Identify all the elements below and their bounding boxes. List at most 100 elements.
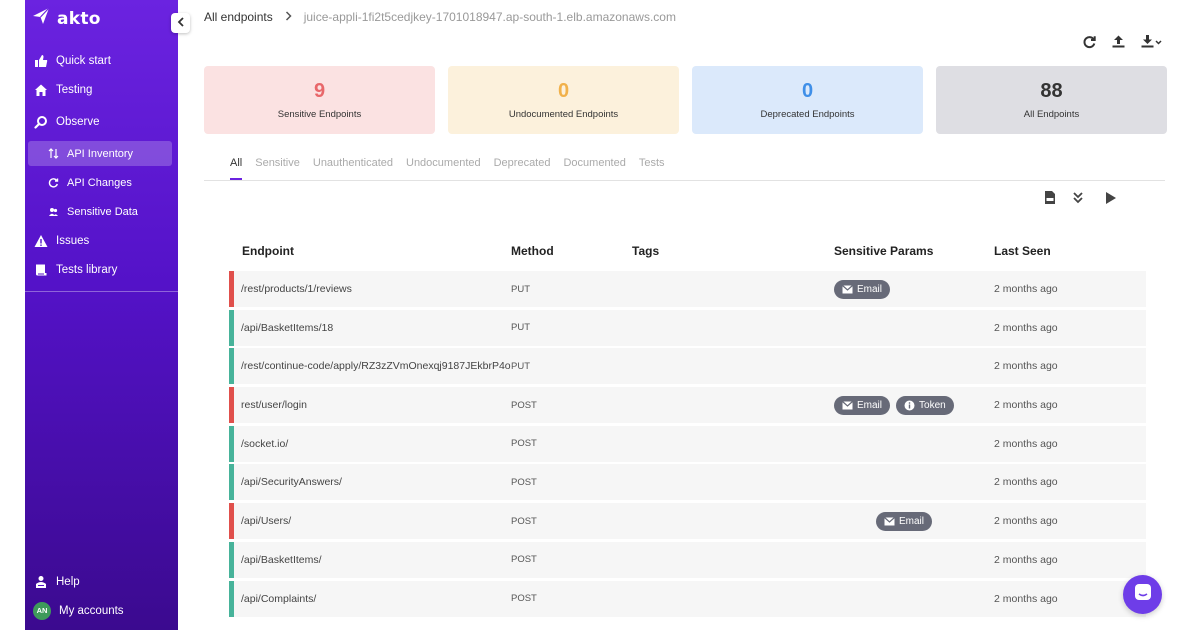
card-value: 88	[1040, 80, 1063, 102]
card-undocumented-endpoints[interactable]: 0 Undocumented Endpoints	[448, 66, 679, 134]
cell-endpoint[interactable]: /api/Users/	[229, 515, 511, 527]
card-all-endpoints[interactable]: 88 All Endpoints	[936, 66, 1167, 134]
tab-all[interactable]: All	[230, 150, 243, 180]
top-actions	[1082, 34, 1162, 54]
cell-last-seen: 2 months ago	[994, 360, 1058, 373]
cell-endpoint[interactable]: /api/BasketItems/18	[229, 322, 511, 334]
cell-endpoint[interactable]: /socket.io/	[229, 438, 511, 450]
sidebar-item-issues[interactable]: Issues	[25, 226, 178, 255]
sidebar-item-label: Testing	[56, 83, 93, 96]
cell-endpoint[interactable]: /api/BasketItems/	[229, 554, 511, 566]
severity-bar	[229, 541, 234, 578]
cell-method: PUT	[511, 322, 530, 334]
tab-deprecated[interactable]: Deprecated	[494, 150, 551, 180]
header-tags[interactable]: Tags	[632, 244, 834, 258]
table-header: Endpoint Method Tags Sensitive Params La…	[229, 240, 1146, 262]
page: akto Quick start Testing Observe API Inv…	[0, 0, 1200, 630]
summary-cards: 9 Sensitive Endpoints 0 Undocumented End…	[204, 66, 1167, 134]
chevron-right-icon	[285, 10, 292, 24]
refresh-icon[interactable]	[1082, 34, 1097, 54]
header-last-seen[interactable]: Last Seen	[994, 244, 1146, 258]
table-row[interactable]: /api/Complaints/POST 2 months ago	[229, 580, 1146, 617]
severity-bar	[229, 425, 234, 462]
play-icon[interactable]	[1104, 191, 1117, 210]
cell-sensitive-params: Email	[834, 511, 994, 531]
card-value: 0	[801, 80, 814, 102]
table-row[interactable]: /rest/products/1/reviews PUT Email 2 months…	[229, 271, 1146, 307]
sidebar-item-tests-library[interactable]: Tests library	[25, 255, 178, 284]
header-endpoint[interactable]: Endpoint	[229, 244, 511, 258]
cell-endpoint[interactable]: /api/Complaints/	[229, 593, 511, 605]
sidebar-item-sensitive-data[interactable]: Sensitive Data	[25, 197, 178, 226]
table-row[interactable]: /socket.io/POST 2 months ago	[229, 425, 1146, 462]
table-row[interactable]: /api/Users/POST Email 2 months ago	[229, 503, 1146, 540]
tab-documented[interactable]: Documented	[563, 150, 625, 180]
cell-method: POST	[511, 438, 537, 450]
cell-method: POST	[511, 399, 537, 411]
download-menu-icon[interactable]	[1140, 34, 1162, 54]
sidebar-item-testing[interactable]: Testing	[25, 75, 178, 104]
card-value: 0	[557, 80, 570, 102]
badge-group: Email Token	[834, 395, 994, 415]
chat-support-button[interactable]	[1123, 575, 1162, 614]
sidebar-item-label: Issues	[56, 234, 90, 247]
csv-file-icon[interactable]	[1044, 190, 1056, 210]
severity-bar	[229, 348, 234, 385]
sidebar-item-label: Help	[56, 575, 80, 588]
info-icon	[904, 400, 915, 411]
chevrons-down-icon[interactable]	[1072, 191, 1084, 210]
sidebar: akto Quick start Testing Observe API Inv…	[25, 0, 178, 630]
card-deprecated-endpoints[interactable]: 0 Deprecated Endpoints	[692, 66, 923, 134]
help-icon	[33, 574, 48, 589]
breadcrumb: All endpoints juice-appli-1fi2t5cedjkey-…	[204, 10, 676, 24]
sidebar-item-api-changes[interactable]: API Changes	[25, 168, 178, 197]
card-label: Deprecated Endpoints	[760, 109, 855, 120]
sidebar-item-help[interactable]: Help	[25, 567, 178, 596]
badge-label: Email	[857, 283, 883, 295]
tab-unauthenticated[interactable]: Unauthenticated	[313, 150, 393, 180]
tab-sensitive[interactable]: Sensitive	[255, 150, 300, 180]
table-row[interactable]: /api/SecurityAnswers/POST 2 months ago	[229, 464, 1146, 501]
chevron-left-icon	[177, 14, 185, 32]
table-row[interactable]: /rest/continue-code/apply/RZ3zZVmOnexqj9…	[229, 348, 1146, 385]
sidebar-item-api-inventory[interactable]: API Inventory	[28, 141, 172, 166]
breadcrumb-current: juice-appli-1fi2t5cedjkey-1701018947.ap-…	[303, 10, 676, 24]
table-row[interactable]: /api/BasketItems/18 PUT 2 months ago	[229, 309, 1146, 346]
cell-endpoint[interactable]: /rest/continue-code/apply/RZ3zZVmOnexqj9…	[229, 360, 511, 372]
brand-name: akto	[57, 8, 101, 29]
card-label: Sensitive Endpoints	[277, 109, 362, 120]
table-body: /rest/products/1/reviews PUT Email 2 months…	[229, 271, 1146, 617]
sidebar-item-label: My accounts	[59, 604, 124, 617]
cell-method: POST	[511, 515, 537, 527]
sidebar-item-my-accounts[interactable]: AN My accounts	[25, 596, 178, 625]
search-icon	[33, 114, 48, 129]
sidebar-item-quick-start[interactable]: Quick start	[25, 46, 178, 75]
upload-icon[interactable]	[1111, 34, 1126, 54]
cell-endpoint[interactable]: rest/user/login	[229, 399, 511, 411]
cell-sensitive-params: Email Token	[834, 395, 994, 415]
header-method[interactable]: Method	[511, 244, 632, 258]
severity-bar	[229, 503, 234, 540]
badge-label: Email	[857, 399, 883, 411]
tab-tests[interactable]: Tests	[639, 150, 665, 180]
card-value: 9	[313, 80, 326, 102]
cell-last-seen: 2 months ago	[994, 283, 1058, 295]
header-sensitive-params[interactable]: Sensitive Params	[834, 244, 994, 258]
logo[interactable]: akto	[31, 6, 101, 31]
table-row[interactable]: rest/user/login POST Email Token 2 months ag…	[229, 387, 1146, 424]
cell-last-seen: 2 months ago	[994, 321, 1058, 334]
card-sensitive-endpoints[interactable]: 9 Sensitive Endpoints	[204, 66, 435, 134]
cell-endpoint[interactable]: /api/SecurityAnswers/	[229, 476, 511, 488]
sensitive-param-badge: Token	[896, 395, 954, 415]
table-row[interactable]: /api/BasketItems/POST 2 months ago	[229, 541, 1146, 578]
users-icon	[47, 206, 59, 218]
sidebar-item-observe[interactable]: Observe	[25, 107, 178, 136]
breadcrumb-root[interactable]: All endpoints	[204, 10, 273, 24]
tab-undocumented[interactable]: Undocumented	[406, 150, 481, 180]
cell-method: POST	[511, 593, 537, 604]
sensitive-param-badge: Email	[834, 279, 891, 299]
collapse-sidebar-button[interactable]	[171, 13, 190, 33]
cell-endpoint[interactable]: /rest/products/1/reviews	[229, 283, 511, 295]
sort-icon	[47, 148, 59, 160]
mail-icon	[842, 284, 853, 294]
